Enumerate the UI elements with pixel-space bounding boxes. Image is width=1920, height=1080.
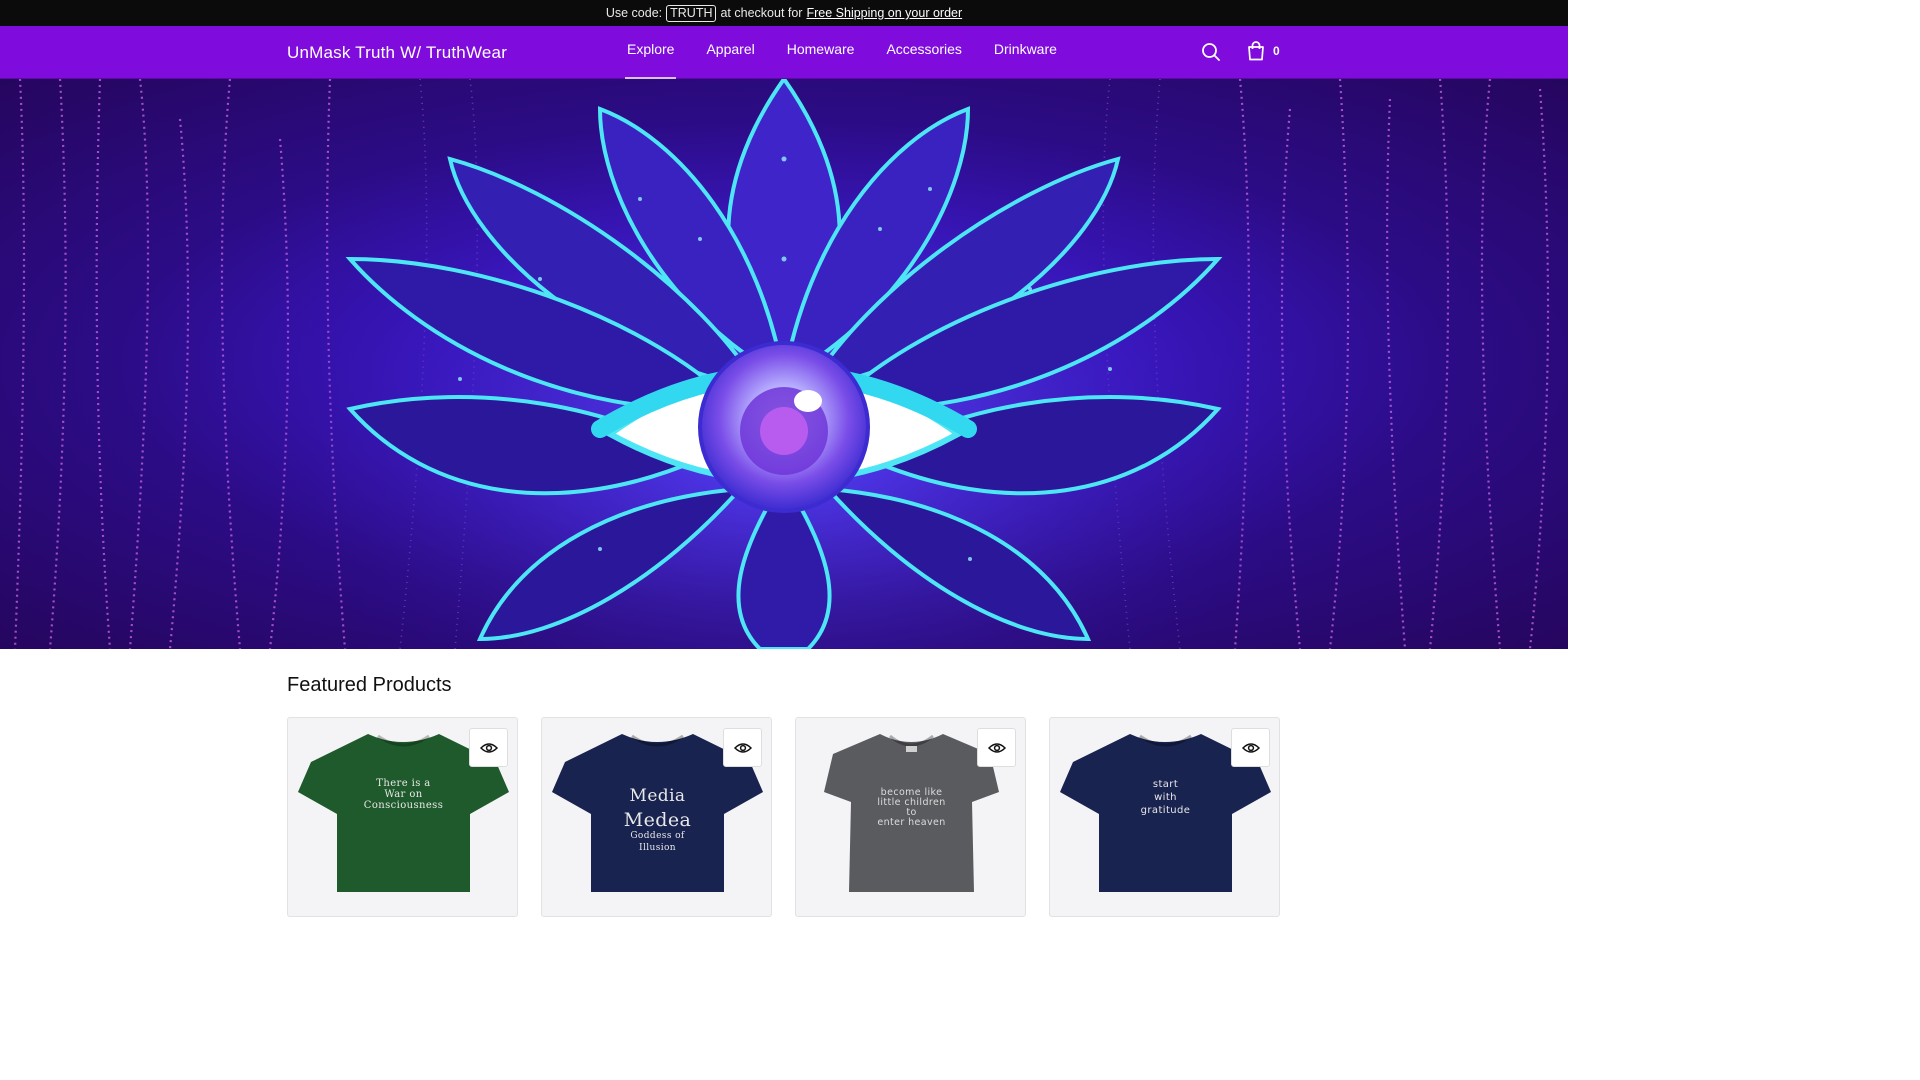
shopping-bag-icon (1248, 41, 1264, 61)
quick-view-button[interactable] (469, 728, 508, 767)
promo-code: TRUTH (666, 4, 717, 22)
product-card[interactable]: start with gratitude (1049, 717, 1280, 917)
eye-icon (733, 742, 752, 753)
hero-banner (0, 79, 1568, 649)
main-nav: Explore Apparel Homeware Accessories Dri… (611, 26, 1073, 79)
eye-icon (1241, 742, 1260, 753)
shirt-text-line: with (1154, 792, 1177, 803)
eye-icon (479, 742, 498, 753)
shirt-text-line: gratitude (1140, 805, 1191, 816)
nav-homeware[interactable]: Homeware (771, 26, 871, 79)
product-card[interactable]: become like little children to enter hea… (795, 717, 1026, 917)
product-card[interactable]: Media Medea Goddess of Illusion (541, 717, 772, 917)
promo-prefix: Use code: (605, 6, 663, 20)
third-eye-lotus-illustration (13, 79, 1550, 649)
site-header: UnMask Truth W/ TruthWear Explore Appare… (0, 26, 1568, 79)
cart-count: 0 (1273, 44, 1280, 58)
nav-accessories[interactable]: Accessories (870, 26, 977, 79)
nav-drinkware[interactable]: Drinkware (978, 26, 1073, 79)
store-logo[interactable]: UnMask Truth W/ TruthWear (287, 43, 507, 63)
product-card[interactable]: There is a War on Consciousness (287, 717, 518, 917)
nav-explore[interactable]: Explore (611, 26, 690, 79)
promo-middle: at checkout for (720, 6, 803, 20)
quick-view-button[interactable] (1231, 728, 1270, 767)
shirt-text-line: start (1152, 779, 1179, 790)
shirt-text-line: War on (384, 789, 423, 800)
shirt-text-line: Medea (623, 809, 692, 831)
promo-bar: Use code: TRUTH at checkout for Free Shi… (0, 0, 1568, 26)
cart-button[interactable]: 0 (1247, 41, 1280, 61)
product-grid: There is a War on Consciousness Media Me… (287, 717, 1280, 917)
quick-view-button[interactable] (723, 728, 762, 767)
shirt-text-line: Goddess of (630, 831, 685, 841)
shirt-text-line: Consciousness (363, 800, 444, 811)
featured-products-title: Featured Products (287, 674, 452, 696)
quick-view-button[interactable] (977, 728, 1016, 767)
shirt-text-line: Media (629, 786, 686, 806)
search-icon[interactable] (1200, 41, 1222, 63)
eye-icon (987, 742, 1006, 753)
shirt-text-line: Illusion (638, 843, 677, 853)
shirt-text-line: enter heaven (877, 817, 946, 828)
free-shipping-link[interactable]: Free Shipping on your order (806, 6, 962, 20)
shirt-text-line: There is a (376, 778, 431, 789)
nav-apparel[interactable]: Apparel (690, 26, 770, 79)
